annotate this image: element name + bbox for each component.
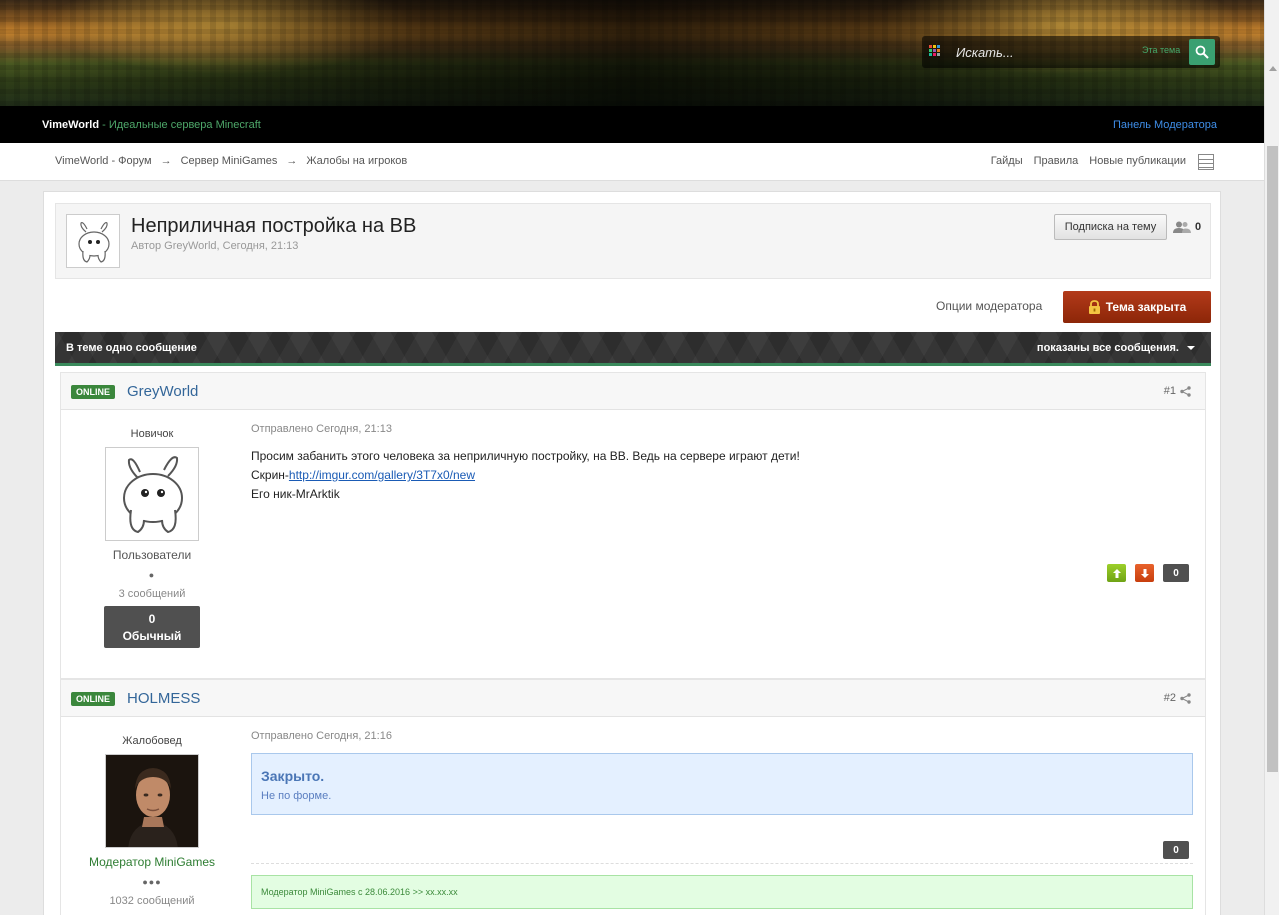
post-number-label: #1: [1163, 385, 1176, 397]
topic-header: Неприличная постройка на ВВ Автор GreyWo…: [55, 203, 1211, 279]
author-group: Модератор MiniGames: [88, 855, 216, 869]
moderator-notice: Закрыто. Не по форме.: [251, 753, 1193, 815]
author-info: Жалобовед Модератор MiniGames ●●● 1032 с…: [61, 717, 243, 907]
post-score: 0: [1163, 564, 1189, 582]
post-number-label: #2: [1163, 692, 1176, 704]
avatar[interactable]: [105, 754, 199, 848]
post-filter-dropdown[interactable]: показаны все сообщения.: [1037, 342, 1179, 354]
search-scope-label[interactable]: Эта тема: [1142, 45, 1180, 55]
breadcrumb-separator: →: [160, 155, 172, 167]
lock-icon: [1088, 300, 1100, 314]
link-guides[interactable]: Гайды: [991, 155, 1023, 167]
arrow-down-icon: [1140, 568, 1149, 578]
breadcrumb-item-complaints[interactable]: Жалобы на игроков: [306, 155, 407, 167]
breadcrumb: VimeWorld - Форум → Сервер MiniGames → Ж…: [55, 155, 407, 167]
online-badge: ONLINE: [71, 385, 116, 399]
share-icon[interactable]: [1180, 385, 1191, 397]
brand-tagline: - Идеальные сервера Minecraft: [102, 119, 261, 131]
topic-meta: Автор GreyWorld, Сегодня, 21:13: [131, 240, 299, 252]
post-header: ONLINE GreyWorld #1: [61, 373, 1205, 410]
post-line: Скрин-http://imgur.com/gallery/3T7x0/new: [251, 466, 800, 485]
topic-container: Неприличная постройка на ВВ Автор GreyWo…: [43, 191, 1221, 915]
apps-grid-icon[interactable]: [929, 45, 941, 57]
rank-pips: ●: [148, 570, 156, 580]
search-button[interactable]: [1189, 39, 1215, 65]
post-link[interactable]: http://imgur.com/gallery/3T7x0/new: [289, 468, 475, 482]
post-2: ONLINE HOLMESS #2 Жалобовед Модератор Mi…: [60, 679, 1206, 915]
breadcrumb-separator: →: [286, 155, 298, 167]
page-title: Неприличная постройка на ВВ: [131, 215, 417, 237]
topic-closed-button[interactable]: Тема закрыта: [1063, 291, 1211, 323]
users-icon: [1173, 221, 1191, 233]
post-count-summary: В теме одно сообщение: [66, 342, 197, 354]
post-number[interactable]: #2: [1164, 692, 1191, 704]
menu-icon[interactable]: [1198, 154, 1214, 170]
followers-count[interactable]: 0: [1173, 221, 1201, 233]
chevron-down-icon[interactable]: [1187, 346, 1195, 350]
author-rank: Жалобовед: [122, 735, 182, 747]
link-new-posts[interactable]: Новые публикации: [1089, 155, 1186, 167]
top-navbar: VimeWorld - Идеальные сервера Minecraft …: [0, 106, 1264, 143]
quick-links: Гайды Правила Новые публикации: [991, 155, 1186, 167]
vote-up-button[interactable]: [1107, 564, 1126, 582]
post-content: Просим забанить этого человека за неприл…: [251, 447, 800, 504]
post-line: Просим забанить этого человека за неприл…: [251, 449, 800, 463]
arrow-up-icon: [1112, 568, 1121, 578]
breadcrumb-bar: VimeWorld - Форум → Сервер MiniGames → Ж…: [0, 143, 1264, 181]
breadcrumb-item-forum[interactable]: VimeWorld - Форум: [55, 155, 152, 167]
author-rank: Новичок: [130, 428, 174, 440]
topic-author-avatar[interactable]: [66, 214, 120, 268]
post-score: 0: [1163, 841, 1189, 859]
post-line: Его ник-MrArktik: [251, 487, 340, 501]
reputation-label: Обычный: [122, 629, 182, 643]
mascot-avatar-icon: [123, 456, 183, 534]
brand-name[interactable]: VimeWorld: [42, 119, 99, 131]
post-number[interactable]: #1: [1164, 385, 1191, 397]
signature: Модератор MiniGames с 28.06.2016 >> xx.x…: [251, 875, 1193, 909]
site-brand[interactable]: VimeWorld - Идеальные сервера Minecraft: [42, 119, 261, 131]
notice-text: Не по форме.: [261, 790, 332, 802]
post-header: ONLINE HOLMESS #2: [61, 680, 1205, 717]
search-input[interactable]: [956, 40, 1136, 64]
subscribe-button[interactable]: Подписка на тему: [1054, 214, 1167, 240]
breadcrumb-item-server[interactable]: Сервер MiniGames: [181, 155, 278, 167]
post-author-name[interactable]: HOLMESS: [127, 690, 200, 707]
link-rules[interactable]: Правила: [1034, 155, 1079, 167]
post-line-prefix: Скрин-: [251, 468, 289, 482]
post-author-name[interactable]: GreyWorld: [127, 383, 198, 400]
author-info: Новичок Пользователи ● 3 сообщений 0 Обы…: [61, 410, 243, 648]
post-date: Отправлено Сегодня, 21:16: [251, 730, 392, 742]
notice-title: Закрыто.: [261, 768, 325, 784]
moderator-panel-link[interactable]: Панель Модератора: [1113, 119, 1217, 131]
scroll-up-arrow-icon[interactable]: [1269, 66, 1277, 71]
followers-number: 0: [1195, 221, 1202, 233]
author-post-count: 1032 сообщений: [109, 895, 195, 907]
portrait-avatar-icon: [106, 755, 198, 847]
scrollbar[interactable]: [1264, 0, 1279, 915]
thread-bar: В теме одно сообщение показаны все сообщ…: [55, 332, 1211, 366]
mascot-avatar-icon: [78, 222, 110, 263]
search-icon: [1195, 45, 1209, 59]
search-bar: Эта тема: [922, 36, 1220, 68]
post-date: Отправлено Сегодня, 21:13: [251, 423, 392, 435]
author-group: Пользователи: [112, 548, 192, 562]
online-badge: ONLINE: [71, 692, 116, 706]
topic-closed-label: Тема закрыта: [1105, 300, 1187, 314]
post-1: ONLINE GreyWorld #1 Новичок Пользователи…: [60, 372, 1206, 679]
share-icon[interactable]: [1180, 692, 1191, 704]
moderator-options-link[interactable]: Опции модератора: [936, 299, 1042, 313]
reputation-value: 0: [148, 612, 156, 626]
scrollbar-thumb[interactable]: [1267, 146, 1278, 772]
author-post-count: 3 сообщений: [118, 588, 186, 600]
reputation-box: 0 Обычный: [104, 606, 200, 648]
avatar[interactable]: [105, 447, 199, 541]
signature-divider: [251, 863, 1193, 864]
vote-down-button[interactable]: [1135, 564, 1154, 582]
rank-pips: ●●●: [142, 877, 162, 887]
